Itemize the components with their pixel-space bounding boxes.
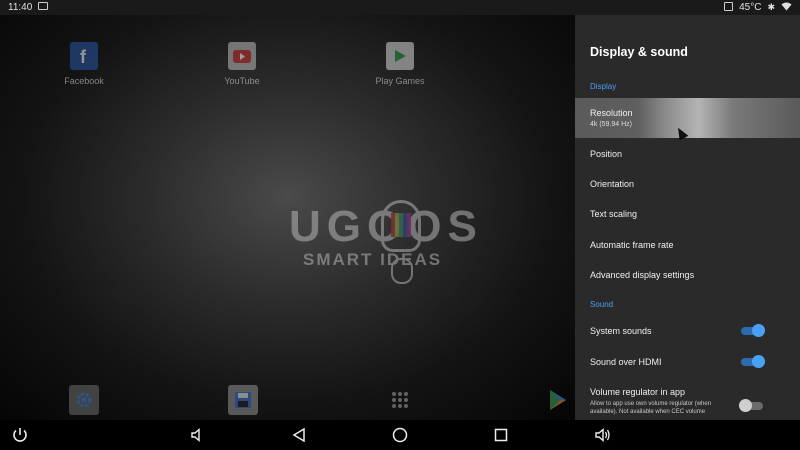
text-scaling-label: Text scaling [590,209,638,219]
navigation-bar [0,420,800,450]
orientation-item[interactable]: Orientation [575,179,800,189]
cpu-icon [724,1,734,14]
section-header-display: Display [590,82,617,91]
automatic-frame-rate-item[interactable]: Automatic frame rate [575,240,800,250]
system-sounds-item[interactable]: System sounds [575,326,800,336]
advanced-display-settings-item[interactable]: Advanced display settings [575,270,800,280]
bulb-icon [381,200,421,252]
sound-over-hdmi-item[interactable]: Sound over HDMI [575,357,800,367]
volume-up-icon[interactable] [593,426,613,444]
automatic-frame-rate-label: Automatic frame rate [590,240,674,250]
system-sounds-toggle[interactable] [741,324,765,337]
app-drawer-icon[interactable] [385,385,415,415]
volume-regulator-label: Volume regulator in app [590,387,686,397]
volume-down-icon[interactable] [187,426,207,444]
app-label: Facebook [64,76,104,86]
youtube-icon [228,42,256,70]
play-store-icon[interactable] [543,385,573,415]
app-label: Play Games [375,76,425,86]
app-youtube[interactable]: YouTube [197,42,287,86]
volume-regulator-description: Allow to app use own volume regulator (w… [590,401,712,415]
orientation-label: Orientation [590,179,635,189]
settings-icon[interactable] [69,385,99,415]
status-bar: 11:40 45°C ✱ [0,0,800,15]
resolution-label: Resolution [590,108,633,118]
app-facebook[interactable]: f Facebook [39,42,129,86]
temperature: 45°C [739,2,762,13]
screenshot-icon [38,2,49,13]
app-label: YouTube [224,76,260,86]
resolution-item[interactable]: Resolution 4k (59.94 Hz) [575,98,800,138]
svg-text:f: f [80,47,87,65]
text-scaling-item[interactable]: Text scaling [575,209,800,219]
volume-regulator-toggle[interactable] [739,399,763,412]
play-games-icon [386,42,414,70]
ugoos-logo: UGOOS SMART IDEAS [283,180,518,310]
bluetooth-icon: ✱ [767,2,775,12]
coil-icon [391,258,413,284]
clock: 11:40 [8,2,33,13]
sound-over-hdmi-label: Sound over HDMI [590,357,662,367]
sound-over-hdmi-toggle[interactable] [741,355,765,368]
home-icon[interactable] [390,426,410,444]
display-sound-panel: Display & sound Display Resolution 4k (5… [575,15,800,420]
facebook-icon: f [70,42,98,70]
back-icon[interactable] [289,426,309,444]
system-sounds-label: System sounds [590,326,652,336]
logo-tagline: SMART IDEAS [303,250,443,269]
panel-title: Display & sound [590,45,688,59]
position-item[interactable]: Position [575,149,800,159]
wifi-icon [781,2,792,14]
recents-icon[interactable] [491,426,511,444]
position-label: Position [590,149,623,159]
app-play-games[interactable]: Play Games [355,42,445,86]
resolution-value: 4k (59.94 Hz) [590,121,633,128]
home-screen: f Facebook YouTube Play Games UGOOS SMAR… [0,15,575,420]
power-icon[interactable] [10,426,30,444]
section-header-sound: Sound [590,300,614,309]
save-icon[interactable] [228,385,258,415]
volume-regulator-item[interactable]: Volume regulator in app Allow to app use… [575,387,800,416]
advanced-display-settings-label: Advanced display settings [590,270,695,280]
